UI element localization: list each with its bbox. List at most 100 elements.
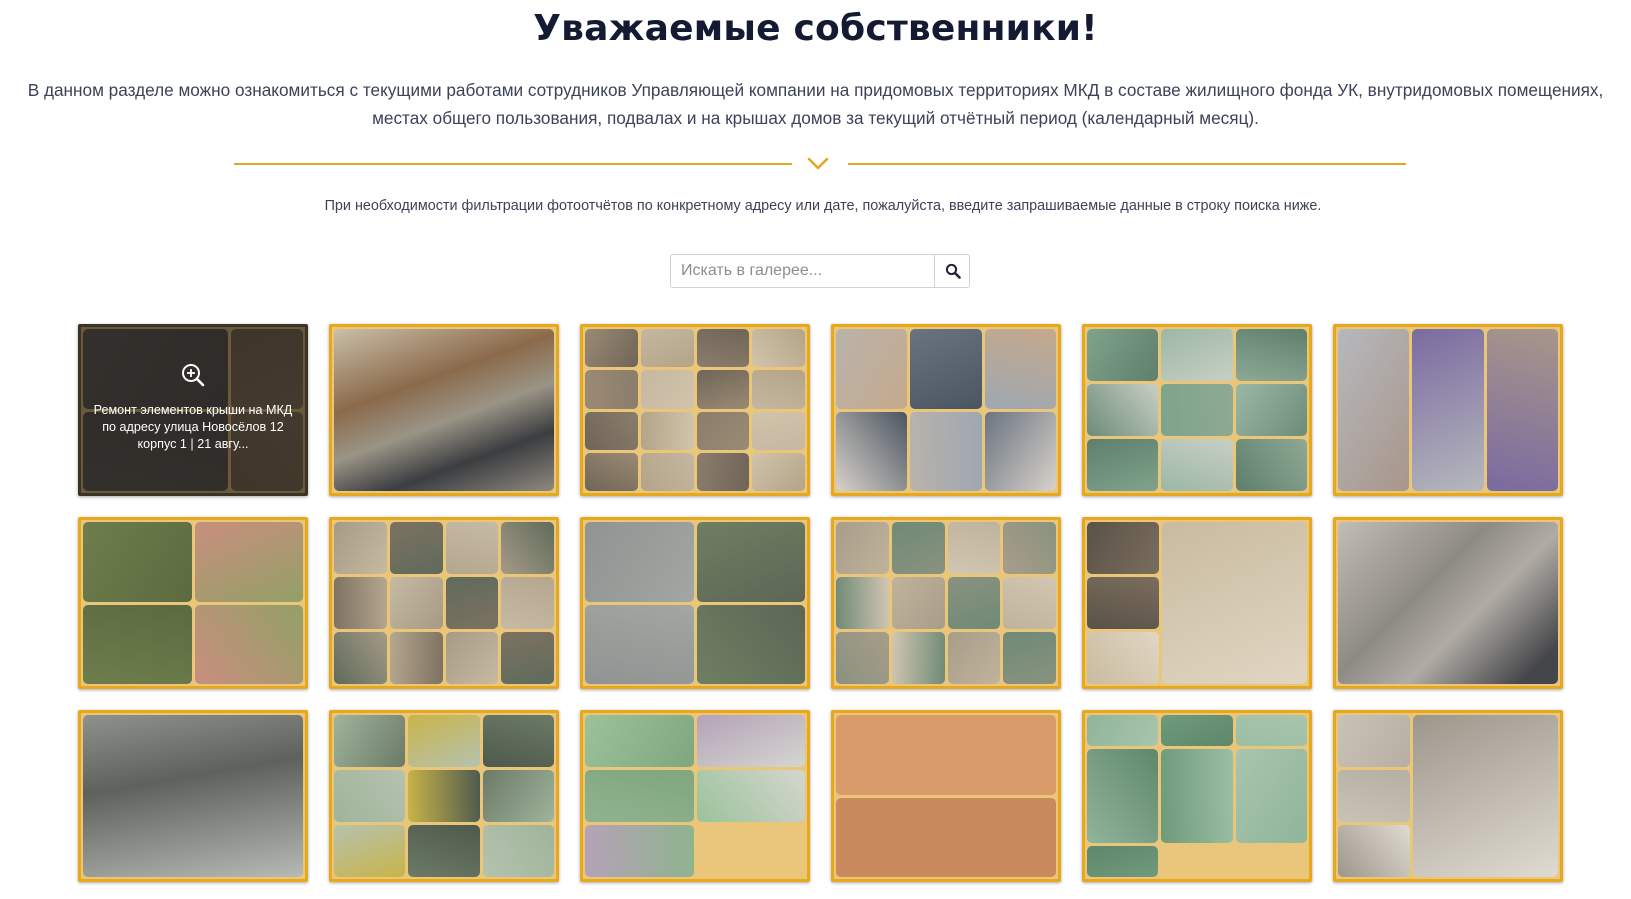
divider-right [848,163,1406,165]
thumbnail-photo [836,632,889,684]
thumbnail-photo [585,604,694,684]
search-input[interactable] [671,255,933,287]
thumbnail-photo [1087,845,1159,877]
thumbnail-photo [910,411,982,491]
thumbnail-photo [1413,715,1558,877]
gallery-search [670,254,970,288]
thumbnail-photo [752,329,805,368]
gallery-thumbnail[interactable] [831,324,1061,496]
search-icon [945,263,961,279]
thumbnail-photo [585,411,638,450]
thumbnail-photo [1003,632,1056,684]
intro-line-2: местах общего пользования, подвалах и на… [372,108,1259,128]
thumbnail-photo [696,370,750,409]
thumbnail-photo [1486,329,1558,491]
thumbnail-photo [1161,715,1233,747]
thumbnail-photo [1087,749,1159,843]
thumbnail-photo [1087,715,1159,747]
thumbnail-photo [1003,522,1056,574]
thumbnail-photo [640,370,694,409]
thumbnail-photo [501,522,554,574]
thumbnail-caption: Ремонт элементов крыши на МКД по адресу … [93,402,293,451]
thumbnail-hover-overlay[interactable]: Ремонт элементов крыши на МКД по адресу … [81,327,305,493]
thumbnail-photo [1235,439,1307,491]
thumbnail-photo [194,522,303,602]
thumbnail-photo [83,522,192,602]
intro-text: В данном разделе можно ознакомиться с те… [0,76,1631,132]
thumbnail-photo [1412,329,1484,491]
thumbnail-photo [836,715,1056,795]
gallery-thumbnail[interactable] [1333,517,1563,689]
gallery-thumbnail[interactable] [78,517,308,689]
thumbnail-photo [501,632,554,684]
thumbnail-photo [1235,329,1307,381]
search-button[interactable] [934,255,970,287]
thumbnail-photo [445,522,499,574]
thumbnail-photo [334,770,406,822]
thumbnail-photo [696,770,805,822]
gallery-thumbnail[interactable] [580,710,810,882]
thumbnail-photo [334,329,554,491]
thumbnail-photo [334,632,387,684]
thumbnail-photo [1162,522,1307,684]
gallery-thumbnail[interactable] [78,710,308,882]
thumbnail-photo [585,370,638,409]
thumbnail-photo [947,632,1001,684]
gallery-thumbnail[interactable]: Ремонт элементов крыши на МКД по адресу … [78,324,308,496]
thumbnail-photo [501,577,554,629]
thumbnail-photo [836,329,908,409]
intro-line-1: В данном разделе можно ознакомиться с те… [27,80,1604,100]
photo-gallery: Ремонт элементов крыши на МКД по адресу … [78,324,1564,882]
thumbnail-photo [696,329,750,368]
thumbnail-photo [947,522,1001,574]
thumbnail-photo [696,604,805,684]
divider-left [234,163,792,165]
thumbnail-photo [334,577,387,629]
thumbnail-photo [696,715,805,767]
thumbnail-photo [1087,577,1160,629]
gallery-thumbnail[interactable] [1082,517,1312,689]
thumbnail-photo [1161,749,1233,843]
gallery-thumbnail[interactable] [1333,710,1563,882]
thumbnail-photo [408,715,480,767]
gallery-thumbnail[interactable] [1333,324,1563,496]
thumbnail-photo [1161,439,1233,491]
thumbnail-photo [389,522,443,574]
chevron-down-icon [807,157,829,170]
page-title: Уважаемые собственники! [533,8,1098,49]
thumbnail-photo [836,411,908,491]
thumbnail-photo [445,632,499,684]
thumbnail-photo [696,411,750,450]
thumbnail-photo [836,522,889,574]
gallery-thumbnail[interactable] [329,710,559,882]
thumbnail-photo [836,797,1056,877]
thumbnail-photo [1235,715,1307,747]
gallery-thumbnail[interactable] [1082,324,1312,496]
thumbnail-photo [1338,715,1411,767]
thumbnail-photo [1161,329,1233,381]
gallery-thumbnail[interactable] [1082,710,1312,882]
thumbnail-photo [836,577,889,629]
gallery-thumbnail[interactable] [580,517,810,689]
thumbnail-photo [585,770,694,822]
thumbnail-photo [1235,749,1307,843]
gallery-thumbnail[interactable] [831,710,1061,882]
gallery-thumbnail[interactable] [329,517,559,689]
thumbnail-photo [1338,522,1558,684]
thumbnail-photo [1087,329,1159,381]
zoom-in-icon [182,363,205,386]
gallery-thumbnail[interactable] [580,324,810,496]
thumbnail-photo [585,825,694,877]
thumbnail-photo [1087,632,1160,684]
thumbnail-photo [389,632,443,684]
thumbnail-photo [1087,384,1159,436]
thumbnail-photo [1338,825,1411,877]
gallery-thumbnail[interactable] [329,324,559,496]
gallery-thumbnail[interactable] [831,517,1061,689]
thumbnail-photo [984,411,1056,491]
thumbnail-photo [891,577,945,629]
thumbnail-photo [640,452,694,491]
thumbnail-photo [1087,439,1159,491]
thumbnail-photo [83,715,303,877]
thumbnail-photo [83,604,192,684]
